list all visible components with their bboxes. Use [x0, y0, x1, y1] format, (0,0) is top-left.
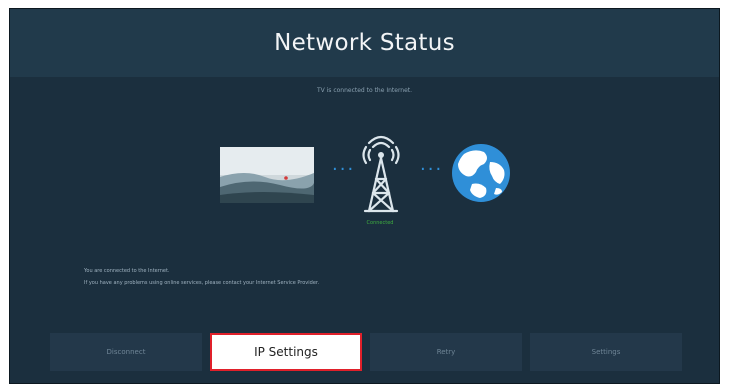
connection-dots-right: ···: [420, 159, 444, 180]
status-message-line-2: If you have any problems using online se…: [84, 280, 320, 286]
page-title: Network Status: [274, 30, 455, 56]
status-message-line-1: You are connected to the Internet.: [84, 268, 170, 274]
connection-dots-left: ···: [332, 159, 356, 180]
network-diagram: ··· Connected ···: [10, 119, 719, 239]
internet-globe-icon: [452, 144, 510, 202]
tower-status-label: Connected: [366, 220, 394, 226]
connection-subtitle: TV is connected to the Internet.: [316, 87, 413, 94]
header-bar: Network Status: [10, 9, 719, 77]
disconnect-button[interactable]: Disconnect: [50, 333, 202, 371]
tv-screen-icon: [220, 147, 314, 203]
status-message: You are connected to the Internet. If yo…: [84, 265, 319, 289]
settings-button[interactable]: Settings: [530, 333, 682, 371]
button-bar: Disconnect IP Settings Retry Settings: [50, 333, 690, 371]
ip-settings-button[interactable]: IP Settings: [210, 333, 362, 371]
retry-button[interactable]: Retry: [370, 333, 522, 371]
wifi-tower-icon: [362, 135, 400, 213]
network-status-screen: Network Status TV is connected to the In…: [9, 8, 720, 384]
